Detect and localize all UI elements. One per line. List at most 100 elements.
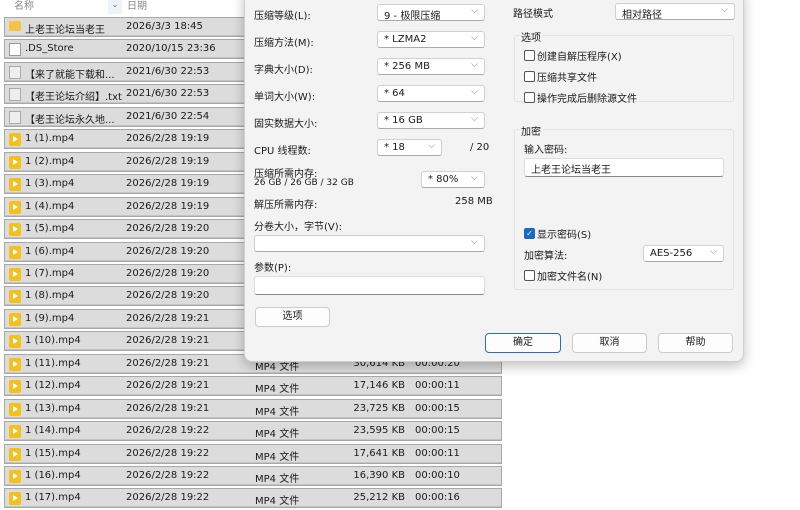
file-date: 2026/2/28 19:21 xyxy=(126,402,210,414)
file-duration: 00:00:15 xyxy=(415,425,460,437)
cpu-select[interactable]: * 18 ⌵ xyxy=(377,139,442,156)
file-size: 25,212 KB xyxy=(353,492,405,504)
file-row[interactable]: 1 (17).mp4 2026/2/28 19:22 MP4 文件 25,212 KB… xyxy=(4,488,502,509)
mp4-icon xyxy=(9,380,21,394)
help-button[interactable]: 帮助 xyxy=(658,333,733,353)
file-date: 2026/3/3 18:45 xyxy=(126,21,203,32)
file-name: 1 (8).mp4 xyxy=(25,290,75,302)
encrypt-names-checkbox[interactable]: 加密文件名(N) xyxy=(524,268,602,283)
file-duration: 00:00:11 xyxy=(415,380,460,392)
method-select[interactable]: * LZMA2 ⌵ xyxy=(377,31,485,48)
chevron-down-icon: ⌵ xyxy=(471,114,478,124)
column-name[interactable]: 名称 xyxy=(14,0,34,12)
file-date: 2021/6/30 22:53 xyxy=(126,88,210,100)
file-date: 2026/2/28 19:22 xyxy=(126,492,210,504)
cancel-button[interactable]: 取消 xyxy=(572,333,647,353)
column-date[interactable]: 日期 xyxy=(127,0,147,12)
mp4-icon xyxy=(9,335,21,349)
mp4-icon xyxy=(9,357,21,371)
file-name: 【老王论坛永久地... xyxy=(25,114,115,126)
file-name: 1 (9).mp4 xyxy=(25,312,75,324)
word-label: 单词大小(W): xyxy=(254,92,316,103)
file-type: MP4 文件 xyxy=(255,496,300,508)
path-select[interactable]: 相对路径 ⌵ xyxy=(615,3,735,21)
file-name: 1 (2).mp4 xyxy=(25,155,75,167)
file-name: 1 (16).mp4 xyxy=(25,470,81,481)
file-row[interactable]: 1 (16).mp4 2026/2/28 19:22 MP4 文件 16,390 KB… xyxy=(4,466,502,486)
password-input[interactable]: 上老王论坛当老王 xyxy=(524,158,724,177)
txt-icon xyxy=(9,65,21,79)
file-name: 上老王论坛当老王 xyxy=(25,25,105,36)
mp4-icon xyxy=(9,402,21,416)
delete-checkbox[interactable]: 操作完成后删除源文件 xyxy=(524,90,637,105)
file-date: 2026/2/28 19:19 xyxy=(126,178,210,190)
mp4-icon xyxy=(9,470,21,483)
file-row[interactable]: 1 (12).mp4 2026/2/28 19:21 MP4 文件 17,146 KB… xyxy=(4,376,502,397)
file-size: 23,595 KB xyxy=(353,425,405,437)
enc-method-select[interactable]: AES-256 ⌵ xyxy=(643,245,724,262)
level-value: 9 - 极限压缩 xyxy=(384,11,441,22)
solid-select[interactable]: * 16 GB ⌵ xyxy=(377,112,485,129)
file-type: MP4 文件 xyxy=(255,429,300,441)
mem-select[interactable]: * 80% ⌵ xyxy=(421,171,485,188)
sfx-label: 创建自解压程序(X) xyxy=(537,52,622,63)
mp4-icon xyxy=(9,312,21,326)
file-date: 2020/10/15 23:36 xyxy=(126,43,216,55)
mp4-icon xyxy=(9,133,21,147)
mp4-icon xyxy=(9,223,21,237)
file-row[interactable]: 1 (14).mp4 2026/2/28 19:22 MP4 文件 23,595 KB… xyxy=(4,421,502,442)
file-date: 2026/2/28 19:21 xyxy=(126,357,210,369)
file-date: 2026/2/28 19:22 xyxy=(126,470,210,481)
shared-checkbox[interactable]: 压缩共享文件 xyxy=(524,69,597,84)
level-select[interactable]: 9 - 极限压缩 ⌵ xyxy=(377,4,485,22)
archive-dialog: 压缩等级(L): 9 - 极限压缩 ⌵ 压缩方法(M): * LZMA2 ⌵ 字典大… xyxy=(244,0,744,362)
delete-label: 操作完成后删除源文件 xyxy=(537,94,637,105)
file-row[interactable]: 1 (13).mp4 2026/2/28 19:21 MP4 文件 23,725 KB… xyxy=(4,398,502,419)
file-row[interactable]: 1 (15).mp4 2026/2/28 19:22 MP4 文件 17,641 KB… xyxy=(4,443,502,464)
file-name: 【老王论坛介绍】.txt xyxy=(25,92,122,104)
mp4-icon xyxy=(9,155,21,169)
chevron-down-icon: ⌵ xyxy=(428,141,435,151)
sfx-checkbox[interactable]: 创建自解压程序(X) xyxy=(524,48,622,63)
chevron-down-icon: ⌵ xyxy=(471,237,478,247)
file-date: 2026/2/28 19:22 xyxy=(126,447,210,459)
options-button[interactable]: 选项 xyxy=(255,307,330,327)
dict-select[interactable]: * 256 MB ⌵ xyxy=(377,58,485,75)
password-label: 输入密码: xyxy=(524,145,568,156)
file-name: 1 (3).mp4 xyxy=(25,178,75,190)
file-name: 1 (13).mp4 xyxy=(25,402,81,414)
file-name: 1 (1).mp4 xyxy=(25,133,75,145)
params-input[interactable] xyxy=(254,276,485,295)
volume-select[interactable]: ⌵ xyxy=(254,235,485,252)
file-date: 2026/2/28 19:19 xyxy=(126,155,210,167)
file-name: 1 (6).mp4 xyxy=(25,245,75,257)
solid-label: 固实数据大小: xyxy=(254,119,318,130)
enc-method-label: 加密算法: xyxy=(524,251,568,262)
params-label: 参数(P): xyxy=(254,263,292,274)
path-value: 相对路径 xyxy=(622,10,662,21)
file-type: MP4 文件 xyxy=(255,406,300,418)
chevron-down-icon: ⌵ xyxy=(471,173,478,183)
sort-chevron-icon[interactable]: ⌄ xyxy=(108,0,122,14)
mp4-icon xyxy=(9,245,21,259)
mp4-icon xyxy=(9,447,21,461)
file-duration: 00:00:16 xyxy=(415,492,460,504)
checkbox-icon xyxy=(524,92,535,103)
folder-icon xyxy=(9,21,21,31)
file-date: 2026/2/28 19:20 xyxy=(126,223,210,235)
cpu-max: / 20 xyxy=(470,142,490,153)
file-size: 23,725 KB xyxy=(353,402,405,414)
method-label: 压缩方法(M): xyxy=(254,38,314,49)
word-select[interactable]: * 64 ⌵ xyxy=(377,85,485,102)
shared-label: 压缩共享文件 xyxy=(537,73,597,84)
file-name: 1 (5).mp4 xyxy=(25,223,75,235)
file-date: 2026/2/28 19:20 xyxy=(126,267,210,279)
encrypt-names-label: 加密文件名(N) xyxy=(537,272,603,283)
show-password-label: 显示密码(S) xyxy=(537,230,592,241)
show-password-checkbox[interactable]: ✓ 显示密码(S) xyxy=(524,226,591,241)
chevron-down-icon: ⌵ xyxy=(471,6,478,16)
file-size: 17,641 KB xyxy=(353,447,405,459)
file-date: 2026/2/28 19:19 xyxy=(126,133,210,145)
file-name: .DS_Store xyxy=(25,43,74,55)
ok-button[interactable]: 确定 xyxy=(485,333,561,353)
